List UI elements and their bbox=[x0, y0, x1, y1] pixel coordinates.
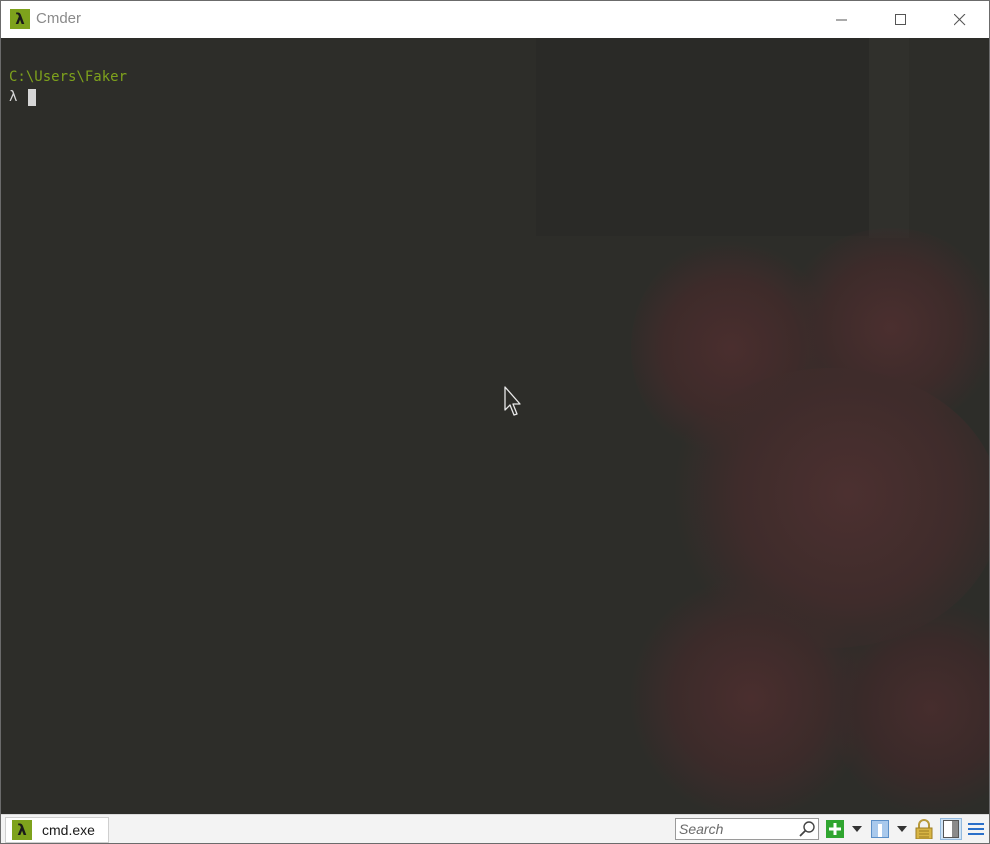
pane-toggle-icon bbox=[943, 820, 959, 838]
mouse-pointer-icon bbox=[504, 386, 521, 416]
search-box[interactable] bbox=[675, 818, 819, 840]
close-button[interactable] bbox=[931, 1, 989, 38]
background-wallpaper-strip bbox=[869, 38, 909, 238]
maximize-icon bbox=[895, 13, 906, 25]
pane-toggle-button[interactable] bbox=[940, 818, 962, 840]
tab-label: cmd.exe bbox=[42, 822, 95, 838]
terminal-area[interactable]: C:\Users\Faker λ bbox=[1, 38, 989, 814]
text-cursor bbox=[28, 89, 36, 106]
search-input[interactable] bbox=[679, 820, 797, 838]
split-dropdown-icon bbox=[897, 826, 907, 832]
add-console-icon bbox=[826, 820, 844, 838]
minimize-button[interactable] bbox=[813, 1, 871, 38]
add-dropdown-icon bbox=[852, 826, 862, 832]
menu-icon bbox=[968, 823, 984, 835]
split-dropdown[interactable] bbox=[892, 819, 912, 839]
window-title: Cmder bbox=[36, 10, 82, 27]
current-directory-line: C:\Users\Faker bbox=[9, 69, 128, 85]
minimize-icon bbox=[836, 19, 847, 20]
split-button[interactable] bbox=[870, 819, 890, 839]
split-icon bbox=[871, 820, 889, 838]
cmder-window: λ Cmder C:\Users\Faker λ λ cmd.exe bbox=[0, 0, 990, 844]
search-icon[interactable] bbox=[798, 820, 816, 838]
tab-cmd[interactable]: λ cmd.exe bbox=[5, 817, 109, 843]
lambda-tab-icon: λ bbox=[12, 820, 32, 840]
lock-icon bbox=[915, 819, 933, 839]
add-console-button[interactable] bbox=[825, 819, 845, 839]
maximize-button[interactable] bbox=[872, 1, 930, 38]
add-console-dropdown[interactable] bbox=[847, 819, 867, 839]
main-menu-button[interactable] bbox=[966, 819, 986, 839]
prompt-symbol: λ bbox=[9, 89, 18, 105]
lock-button[interactable] bbox=[914, 819, 934, 839]
lambda-app-icon[interactable]: λ bbox=[10, 9, 30, 29]
status-bar: λ cmd.exe bbox=[1, 814, 989, 843]
title-bar[interactable]: λ Cmder bbox=[1, 1, 989, 38]
background-wallpaper-panel bbox=[536, 38, 869, 236]
close-icon bbox=[954, 13, 966, 25]
